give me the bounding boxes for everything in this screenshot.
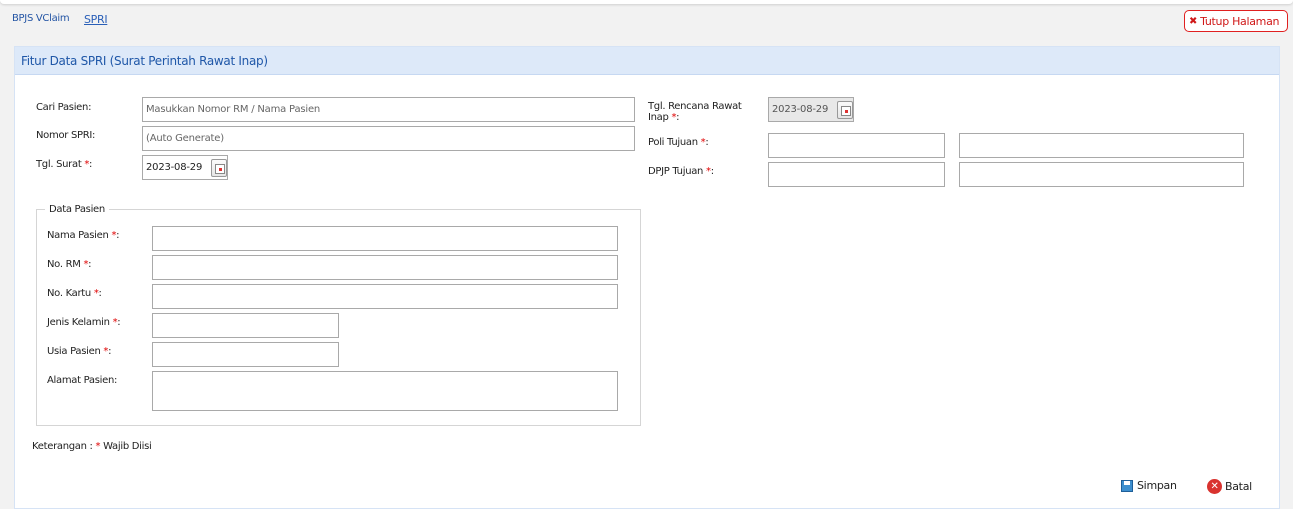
breadcrumb-spri[interactable]: SPRI xyxy=(84,13,108,26)
tgl-rencana-label: Tgl. Rencana Rawat Inap *: xyxy=(648,101,758,123)
tgl-rencana-label-text: Tgl. Rencana Rawat Inap xyxy=(648,101,742,123)
top-edge xyxy=(0,0,1293,4)
save-button[interactable]: Simpan xyxy=(1121,479,1177,492)
nomor-spri-input[interactable]: (Auto Generate) xyxy=(142,126,635,151)
close-page-button[interactable]: ✖ Tutup Halaman xyxy=(1184,10,1288,32)
jenis-kelamin-input[interactable] xyxy=(152,313,339,338)
no-rm-label: No. RM *: xyxy=(47,259,92,270)
data-pasien-fieldset: Data Pasien Nama Pasien *: No. RM *: No.… xyxy=(36,204,641,426)
label-colon: : xyxy=(116,230,120,241)
label-colon: : xyxy=(89,159,93,170)
label-colon: : xyxy=(710,166,714,177)
no-rm-input[interactable] xyxy=(152,255,618,280)
dpjp-tujuan-label: DPJP Tujuan *: xyxy=(648,166,714,177)
cancel-icon: ✕ xyxy=(1207,479,1222,494)
cari-pasien-input[interactable]: Masukkan Nomor RM / Nama Pasien xyxy=(142,97,635,122)
tgl-surat-label: Tgl. Surat *: xyxy=(36,159,92,170)
no-rm-label-text: No. RM xyxy=(47,259,84,270)
no-kartu-label: No. Kartu *: xyxy=(47,288,102,299)
alamat-pasien-label: Alamat Pasien: xyxy=(47,375,118,386)
poli-tujuan-label: Poli Tujuan *: xyxy=(648,137,709,148)
dpjp-tujuan-label-text: DPJP Tujuan xyxy=(648,166,706,177)
no-kartu-label-text: No. Kartu xyxy=(47,288,94,299)
nama-pasien-input[interactable] xyxy=(152,226,618,251)
jenis-kelamin-label-text: Jenis Kelamin xyxy=(47,317,113,328)
dpjp-tujuan-name-input[interactable] xyxy=(959,162,1244,187)
top-bar: BPJS VClaim SPRI ✖ Tutup Halaman xyxy=(0,0,1293,36)
breadcrumb-vclaim[interactable]: BPJS VClaim xyxy=(12,13,70,24)
label-colon: : xyxy=(676,112,680,123)
no-kartu-input[interactable] xyxy=(152,284,618,309)
cancel-label: Batal xyxy=(1225,480,1252,493)
usia-pasien-input[interactable] xyxy=(152,342,339,367)
jenis-kelamin-label: Jenis Kelamin *: xyxy=(47,317,121,328)
calendar-icon[interactable] xyxy=(211,159,227,177)
tgl-surat-label-text: Tgl. Surat xyxy=(36,159,85,170)
calendar-icon[interactable] xyxy=(837,101,853,119)
close-page-label: Tutup Halaman xyxy=(1200,14,1280,28)
nama-pasien-label: Nama Pasien *: xyxy=(47,230,120,241)
save-icon xyxy=(1121,479,1133,492)
usia-pasien-label-text: Usia Pasien xyxy=(47,346,104,357)
note-prefix: Keterangan : xyxy=(32,441,96,452)
label-colon: : xyxy=(98,288,102,299)
nomor-spri-label: Nomor SPRI: xyxy=(36,130,96,141)
alamat-pasien-textarea[interactable] xyxy=(152,371,618,411)
label-colon: : xyxy=(117,317,121,328)
cari-pasien-label: Cari Pasien: xyxy=(36,102,92,113)
note-suffix: Wajib Diisi xyxy=(100,441,152,452)
panel-title: Fitur Data SPRI (Surat Perintah Rawat In… xyxy=(21,54,268,68)
spri-panel: Fitur Data SPRI (Surat Perintah Rawat In… xyxy=(14,46,1280,509)
nama-pasien-label-text: Nama Pasien xyxy=(47,230,112,241)
panel-header: Fitur Data SPRI (Surat Perintah Rawat In… xyxy=(15,47,1279,75)
usia-pasien-label: Usia Pasien *: xyxy=(47,346,111,357)
required-note: Keterangan : * Wajib Diisi xyxy=(32,441,152,452)
save-label: Simpan xyxy=(1137,479,1177,492)
label-colon: : xyxy=(108,346,112,357)
cancel-button[interactable]: ✕ Batal xyxy=(1207,479,1252,494)
label-colon: : xyxy=(88,259,92,270)
close-icon: ✖ xyxy=(1189,15,1198,27)
poli-tujuan-code-input[interactable] xyxy=(768,133,945,158)
data-pasien-legend: Data Pasien xyxy=(45,204,109,215)
poli-tujuan-label-text: Poli Tujuan xyxy=(648,137,701,148)
dpjp-tujuan-code-input[interactable] xyxy=(768,162,945,187)
label-colon: : xyxy=(705,137,709,148)
poli-tujuan-name-input[interactable] xyxy=(959,133,1244,158)
